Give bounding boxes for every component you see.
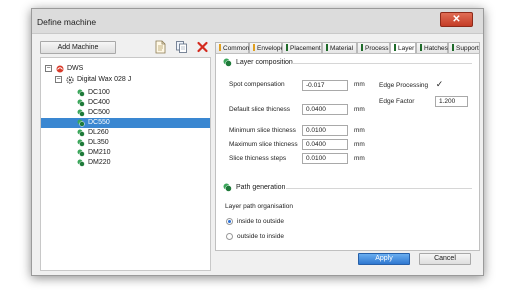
copy-icon[interactable]	[175, 40, 188, 54]
unit-label: mm	[354, 127, 365, 134]
tree-label: DC500	[88, 109, 110, 116]
collapse-icon[interactable]: −	[55, 76, 62, 83]
maximum-slice-thickness-label: Maximum slice thicness	[229, 141, 298, 148]
apply-button[interactable]: Apply	[358, 253, 410, 265]
tree-item-resin[interactable]: DC100	[77, 88, 197, 98]
minimum-slice-thickness-field[interactable]: 0.0100	[302, 125, 348, 136]
tree-label: DL350	[88, 139, 109, 146]
tree-item-resin[interactable]: DM220	[77, 158, 197, 168]
spot-compensation-field[interactable]: -0.017	[302, 80, 348, 91]
outside-to-inside-radio[interactable]	[226, 233, 233, 240]
resin-icon	[77, 99, 85, 107]
tree-label: DL260	[88, 129, 109, 136]
dws-logo-icon	[56, 65, 64, 73]
tree-item-resin[interactable]: DC500	[77, 108, 197, 118]
layer-composition-header: Layer composition	[223, 58, 293, 67]
tree-label: DWS	[67, 65, 84, 72]
inside-to-outside-radio[interactable]	[226, 218, 233, 225]
cancel-button[interactable]: Cancel	[419, 253, 471, 265]
resin-icon	[77, 139, 85, 147]
maximum-slice-thickness-field[interactable]: 0.0400	[302, 139, 348, 150]
tree-node-dws[interactable]: − DWS	[45, 64, 205, 74]
status-marker-icon	[394, 44, 396, 51]
tree-node-machine[interactable]: − Digital Wax 028 J	[55, 75, 205, 85]
close-button[interactable]: ✕	[440, 12, 473, 27]
dialog-title: Define machine	[37, 17, 97, 27]
section-divider	[286, 188, 472, 189]
tree-label: Digital Wax 028 J	[77, 76, 132, 83]
resin-icon	[77, 119, 85, 127]
machine-tree[interactable]: − DWS − Digital Wax 028 J DC100 DC400 DC…	[40, 57, 211, 271]
resin-icon	[77, 129, 85, 137]
section-title: Path generation	[236, 184, 286, 191]
slice-thickness-steps-field[interactable]: 0.0100	[302, 153, 348, 164]
close-icon: ✕	[452, 14, 461, 25]
path-generation-icon	[223, 183, 232, 192]
layer-composition-icon	[223, 58, 232, 67]
title-bar: Define machine ✕	[32, 9, 483, 34]
tree-item-resin[interactable]: DL350	[77, 138, 197, 148]
collapse-icon[interactable]: −	[45, 65, 52, 72]
section-divider	[292, 63, 472, 64]
unit-label: mm	[354, 141, 365, 148]
path-generation-header: Path generation	[223, 183, 285, 192]
layer-path-organisation-label: Layer path organisation	[225, 203, 293, 210]
tree-label: DC550	[88, 119, 110, 126]
section-title: Layer composition	[236, 59, 293, 66]
add-machine-button[interactable]: Add Machine	[40, 41, 116, 54]
status-marker-icon	[326, 44, 328, 51]
tree-label: DM220	[88, 159, 111, 166]
delete-icon[interactable]	[196, 40, 209, 54]
define-machine-dialog: Define machine ✕ Add Machine − DWS − Dig…	[31, 8, 484, 276]
tree-label: DM210	[88, 149, 111, 156]
status-marker-icon	[420, 44, 422, 51]
edge-factor-field[interactable]: 1.200	[435, 96, 468, 107]
minimum-slice-thickness-label: Minimum slice thicness	[229, 127, 296, 134]
new-document-icon[interactable]	[154, 40, 167, 54]
default-slice-thickness-label: Default slice thicness	[229, 106, 291, 113]
tree-label: DC100	[88, 89, 110, 96]
status-marker-icon	[253, 44, 255, 51]
slice-thickness-steps-label: Slice thicness steps	[229, 155, 287, 162]
tree-item-resin[interactable]: DM210	[77, 148, 197, 158]
status-marker-icon	[361, 44, 363, 51]
resin-icon	[77, 109, 85, 117]
status-marker-icon	[452, 44, 454, 51]
resin-icon	[77, 159, 85, 167]
status-marker-icon	[219, 44, 221, 51]
unit-label: mm	[354, 106, 365, 113]
tree-item-resin[interactable]: DC400	[77, 98, 197, 108]
layer-settings-panel: Layer composition Spot compensation -0.0…	[215, 53, 480, 251]
tree-label: DC400	[88, 99, 110, 106]
tree-item-resin[interactable]: DL260	[77, 128, 197, 138]
inside-to-outside-label[interactable]: inside to outside	[237, 218, 284, 225]
spot-compensation-label: Spot compensation	[229, 81, 285, 88]
edge-factor-label: Edge Factor	[379, 98, 415, 105]
resin-icon	[77, 89, 85, 97]
unit-label: mm	[354, 81, 365, 88]
edge-processing-checkbox[interactable]: ✓	[435, 80, 444, 89]
resin-icon	[77, 149, 85, 157]
gear-icon	[66, 76, 74, 84]
edge-processing-label: Edge Processing	[379, 82, 429, 89]
status-marker-icon	[286, 44, 288, 51]
outside-to-inside-label[interactable]: outside to inside	[237, 233, 284, 240]
default-slice-thickness-field[interactable]: 0.0400	[302, 104, 348, 115]
tree-item-resin-selected[interactable]: DC550	[41, 118, 210, 128]
unit-label: mm	[354, 155, 365, 162]
